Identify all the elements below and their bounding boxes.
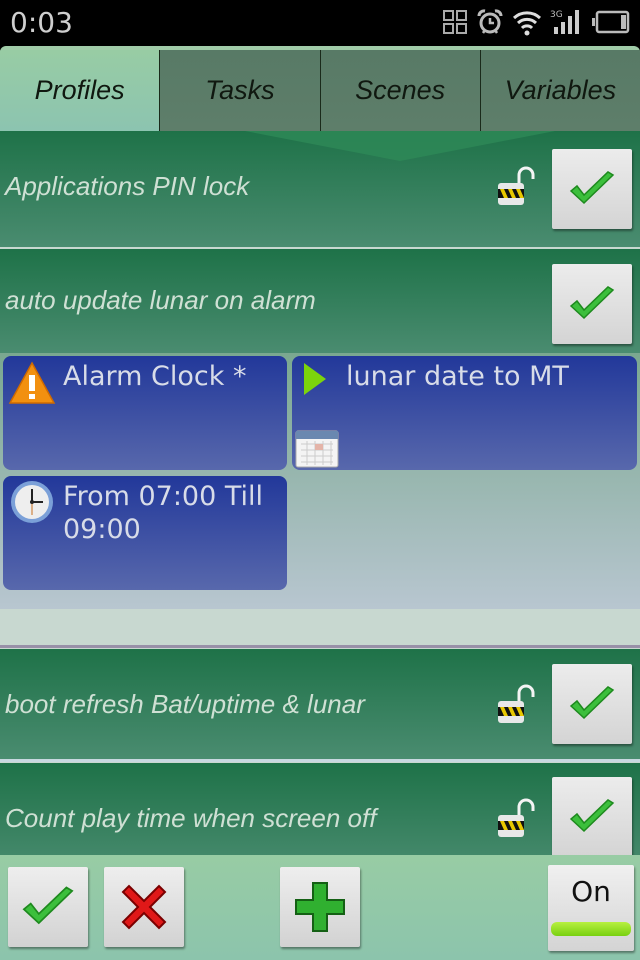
checkmark-icon [569,686,615,720]
tab-scenes[interactable]: Scenes [319,50,480,131]
calendar-icon [295,430,339,468]
svg-text:3G: 3G [550,10,563,20]
checkmark-icon [569,171,615,205]
profile-name: boot refresh Bat/uptime & lunar [5,689,365,719]
profile-enable-checkbox[interactable] [552,664,632,744]
checkmark-icon [569,286,615,320]
status-bar: 0:03 3G [0,0,640,46]
master-toggle[interactable]: On [548,865,634,951]
profile-item[interactable]: boot refresh Bat/uptime & lunar [0,649,640,759]
context-label: From 07:00 Till 09:00 [63,481,264,545]
divider [0,759,640,762]
warning-icon [8,361,56,404]
unlocked-padlock-icon[interactable] [497,797,537,841]
profile-enable-checkbox[interactable] [552,264,632,344]
wifi-icon [512,11,542,36]
play-icon [304,363,326,395]
confirm-button[interactable] [8,867,88,947]
app-window: Profiles Tasks Scenes Variables Applicat… [0,46,640,960]
tab-bar: Profiles Tasks Scenes Variables [0,50,640,131]
profile-name: auto update lunar on alarm [5,285,316,315]
active-tab-pointer [245,131,555,161]
profile-item-expanded[interactable]: auto update lunar on alarm [0,249,640,353]
tab-profiles[interactable]: Profiles [0,50,160,131]
checkmark-icon [569,799,615,833]
profile-name: Applications PIN lock [5,171,250,201]
profile-list[interactable]: Applications PIN lock auto update lunar … [0,131,640,901]
apps-grid-icon [443,10,467,34]
profile-enable-checkbox[interactable] [552,777,632,857]
unlocked-padlock-icon[interactable] [497,165,537,209]
task-label: lunar date to MT [346,361,569,392]
context-card-time[interactable]: From 07:00 Till 09:00 [3,476,287,590]
context-card-alarm[interactable]: Alarm Clock * [3,356,287,470]
3g-signal-icon: 3G [550,10,579,34]
divider [0,645,640,648]
tab-tasks[interactable]: Tasks [159,50,320,131]
unlocked-padlock-icon[interactable] [497,683,537,727]
task-card[interactable]: lunar date to MT [292,356,637,470]
green-plus-icon [295,882,345,932]
tab-variables[interactable]: Variables [479,50,640,131]
context-label: Alarm Clock * [63,361,247,392]
toggle-indicator [551,922,631,936]
toggle-label: On [571,875,611,908]
clock-icon [11,481,53,523]
profile-enable-checkbox[interactable] [552,149,632,229]
status-time: 0:03 [10,6,73,39]
add-button[interactable] [280,867,360,947]
battery-icon [592,10,630,34]
profile-details: Alarm Clock * lunar date to MT From 07:0… [0,353,640,609]
checkmark-icon [22,886,74,925]
status-icons: 3G [442,8,630,36]
cancel-button[interactable] [104,867,184,947]
bottom-toolbar: On [0,855,640,960]
red-x-icon [121,884,167,930]
profile-name: Count play time when screen off [5,803,377,833]
alarm-icon [477,9,503,34]
